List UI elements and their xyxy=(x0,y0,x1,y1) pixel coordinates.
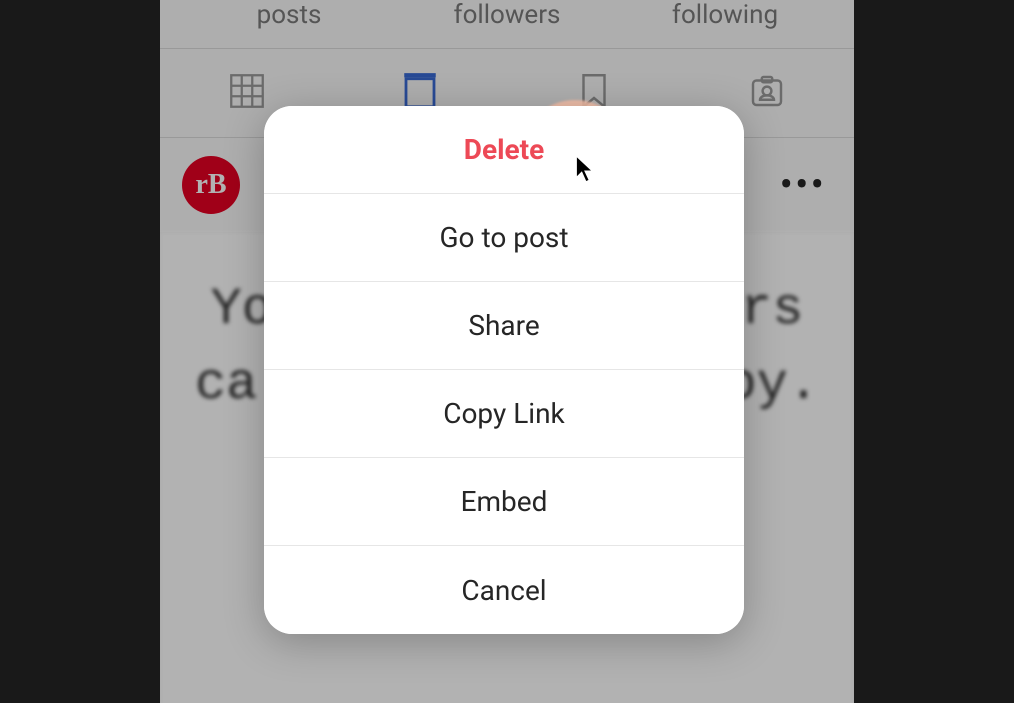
go-to-post-button[interactable]: Go to post xyxy=(264,194,744,282)
go-to-post-label: Go to post xyxy=(439,221,568,254)
share-label: Share xyxy=(468,309,539,342)
copy-link-button[interactable]: Copy Link xyxy=(264,370,744,458)
cancel-button[interactable]: Cancel xyxy=(264,546,744,634)
embed-button[interactable]: Embed xyxy=(264,458,744,546)
copy-link-label: Copy Link xyxy=(443,397,565,430)
delete-label: Delete xyxy=(464,133,544,166)
share-button[interactable]: Share xyxy=(264,282,744,370)
embed-label: Embed xyxy=(461,485,548,518)
cancel-label: Cancel xyxy=(461,574,546,607)
delete-button[interactable]: Delete xyxy=(264,106,744,194)
action-sheet: Delete Go to post Share Copy Link Embed … xyxy=(264,106,744,634)
